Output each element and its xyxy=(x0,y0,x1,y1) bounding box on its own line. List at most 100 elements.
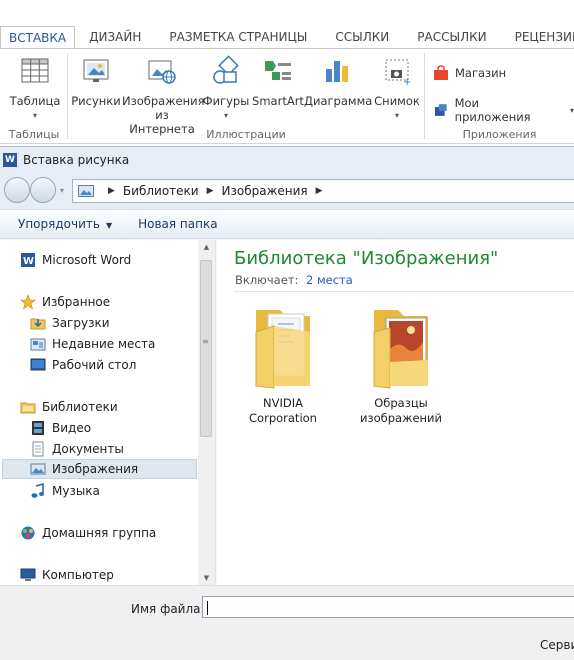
nav-item-recent[interactable]: Недавние места xyxy=(30,334,155,354)
apps-icon xyxy=(434,104,447,116)
group-illustrations: Рисунки Изображения из Интернета Фигуры … xyxy=(68,49,424,144)
pictures-button[interactable]: Рисунки xyxy=(68,55,124,108)
organize-label: Упорядочить xyxy=(18,217,100,231)
pictures-icon xyxy=(30,463,46,475)
nav-item-documents[interactable]: Документы xyxy=(30,439,124,459)
library-icon xyxy=(78,185,94,197)
breadcrumb-arrow-icon: ▶ xyxy=(206,186,214,196)
service-button[interactable]: Серви xyxy=(540,638,574,652)
my-apps-button[interactable]: Мои приложения ▾ xyxy=(433,96,574,124)
ribbon: ВСТАВКА ДИЗАЙН РАЗМЕТКА СТРАНИЦЫ ССЫЛКИ … xyxy=(0,0,574,146)
store-label: Магазин xyxy=(455,66,507,80)
tab-references[interactable]: ССЫЛКИ xyxy=(321,26,403,48)
address-bar[interactable]: ▶ Библиотеки ▶ Изображения ▶ xyxy=(72,179,574,203)
organize-button[interactable]: Упорядочить ▼ xyxy=(10,217,120,231)
nav-item-favorites[interactable]: Избранное xyxy=(20,292,110,312)
chart-icon xyxy=(326,61,348,82)
group-tables: Таблица ▾ Таблицы xyxy=(0,49,68,144)
downloads-icon xyxy=(30,318,46,330)
filename-input[interactable] xyxy=(202,596,574,618)
group-label-illustrations: Иллюстрации xyxy=(206,128,286,141)
folder-nvidia[interactable]: NVIDIA Corporation xyxy=(223,302,343,426)
shapes-icon xyxy=(213,55,239,84)
nav-scrollbar[interactable]: ▲ ≡ ▼ xyxy=(198,240,215,585)
breadcrumb-pictures[interactable]: Изображения xyxy=(222,184,308,198)
folder-icon xyxy=(255,310,310,389)
word-doc-icon: W xyxy=(21,253,35,267)
recent-places-icon xyxy=(30,338,46,351)
chart-button[interactable]: Диаграмма xyxy=(304,55,373,108)
dialog-titlebar: W Вставка рисунка xyxy=(0,147,574,173)
address-row: ▾ ▶ Библиотеки ▶ Изображения ▶ xyxy=(0,173,574,209)
chevron-down-icon[interactable]: ▾ xyxy=(60,186,64,195)
grip-icon: ≡ xyxy=(202,337,209,346)
screenshot-icon: + xyxy=(385,59,411,88)
shapes-button[interactable]: Фигуры ▾ xyxy=(202,55,250,123)
chevron-down-icon: ▾ xyxy=(32,111,37,120)
documents-icon xyxy=(32,441,44,457)
tab-layout[interactable]: РАЗМЕТКА СТРАНИЦЫ xyxy=(155,26,321,48)
nav-label: Microsoft Word xyxy=(42,253,132,267)
forward-button[interactable] xyxy=(30,177,56,203)
library-includes: Включает: 2 места xyxy=(235,273,353,287)
desktop-icon xyxy=(30,358,46,371)
smartart-icon xyxy=(265,61,291,80)
table-button[interactable]: Таблица ▾ xyxy=(6,55,64,123)
tab-insert[interactable]: ВСТАВКА xyxy=(0,26,76,49)
folder-icon xyxy=(373,310,428,389)
folder-sample-pictures[interactable]: Образцы изображений xyxy=(341,302,461,426)
nav-item-desktop[interactable]: Рабочий стол xyxy=(30,355,136,375)
nav-item-computer[interactable]: Компьютер xyxy=(20,565,114,585)
table-label: Таблица xyxy=(9,94,61,108)
divider xyxy=(234,291,574,292)
nav-item-libraries[interactable]: Библиотеки xyxy=(20,397,118,417)
nav-item-downloads[interactable]: Загрузки xyxy=(30,313,110,333)
tab-review[interactable]: РЕЦЕНЗИРОВ xyxy=(501,26,574,48)
chevron-down-icon: ▼ xyxy=(105,221,113,230)
nav-item-homegroup[interactable]: Домашняя группа xyxy=(20,523,156,543)
nav-label: Домашняя группа xyxy=(42,526,157,540)
nav-label: Библиотеки xyxy=(42,400,118,414)
nav-label: Рабочий стол xyxy=(52,358,137,372)
table-icon xyxy=(21,58,49,83)
tab-mailings[interactable]: РАССЫЛКИ xyxy=(403,26,500,48)
smartart-button[interactable]: SmartArt xyxy=(250,55,306,108)
online-picture-icon xyxy=(148,60,176,84)
new-folder-button[interactable]: Новая папка xyxy=(130,217,225,231)
video-icon xyxy=(32,421,44,435)
music-icon xyxy=(31,483,44,498)
chevron-down-icon: ▾ xyxy=(569,105,574,115)
nav-label: Избранное xyxy=(42,295,111,309)
nav-label: Музыка xyxy=(52,484,100,498)
group-apps: Магазин Мои приложения ▾ Приложения xyxy=(425,49,574,144)
nav-item-video[interactable]: Видео xyxy=(30,418,91,438)
shapes-label: Фигуры xyxy=(202,94,250,108)
scroll-up-icon[interactable]: ▲ xyxy=(198,240,215,254)
nav-label: Документы xyxy=(52,442,124,456)
picture-icon xyxy=(83,59,109,82)
scroll-thumb[interactable] xyxy=(200,260,212,437)
dialog-title: Вставка рисунка xyxy=(23,153,130,167)
nav-label: Компьютер xyxy=(42,568,114,582)
insert-picture-dialog: W Вставка рисунка ▾ ▶ Библиотеки ▶ Изобр… xyxy=(0,146,574,660)
nav-label: Изображения xyxy=(52,462,139,476)
store-button[interactable]: Магазин xyxy=(433,65,506,81)
ribbon-body: Таблица ▾ Таблицы Рисунки Изображения из… xyxy=(0,48,574,144)
includes-link[interactable]: 2 места xyxy=(306,273,353,287)
folder-name-line1: NVIDIA xyxy=(263,396,303,410)
nav-item-music[interactable]: Музыка xyxy=(30,481,100,501)
chevron-down-icon: ▾ xyxy=(223,111,228,120)
scroll-down-icon[interactable]: ▼ xyxy=(198,571,215,585)
computer-icon xyxy=(20,568,36,581)
libraries-icon xyxy=(20,402,36,414)
online-pictures-label-1: Изображения xyxy=(122,94,205,108)
online-pictures-button[interactable]: Изображения из Интернета xyxy=(122,55,205,136)
chart-label: Диаграмма xyxy=(304,94,373,108)
nav-item-word[interactable]: W Microsoft Word xyxy=(20,250,131,270)
breadcrumb-libraries[interactable]: Библиотеки xyxy=(123,184,199,198)
back-button[interactable] xyxy=(4,177,30,203)
tab-design[interactable]: ДИЗАЙН xyxy=(75,26,155,48)
nav-item-pictures[interactable]: Изображения xyxy=(2,459,197,479)
screenshot-button[interactable]: + Снимок ▾ xyxy=(370,55,424,123)
folder-name-line1: Образцы xyxy=(374,396,428,410)
